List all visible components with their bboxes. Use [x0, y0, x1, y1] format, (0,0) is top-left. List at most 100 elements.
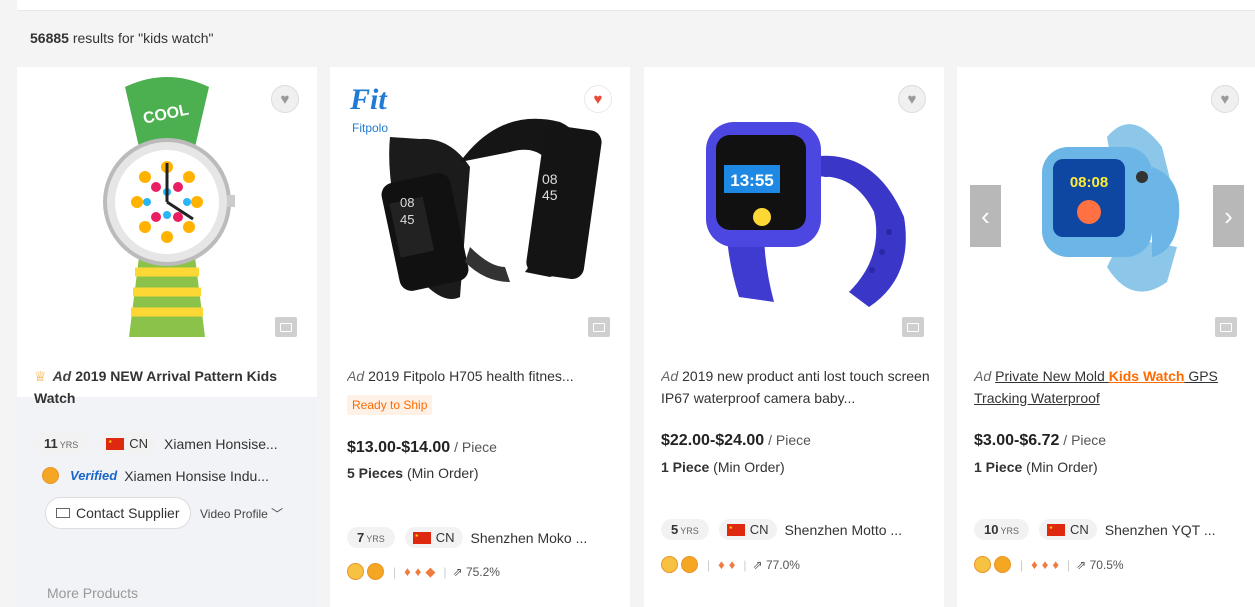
supplier-name[interactable]: Shenzhen Moko ... — [471, 530, 588, 546]
gold-supplier-icon — [42, 467, 59, 484]
verified-supplier-name[interactable]: Xiamen Honsise Indu... — [124, 468, 269, 484]
moq-label: (Min Order) — [1022, 459, 1098, 475]
country-badge: CN — [98, 433, 157, 454]
favorite-heart-icon[interactable]: ♥ — [898, 85, 926, 113]
product-card[interactable]: Fit 08 45 08 45 Fitpolo ♥ Ad 2019 Fitpolo… — [330, 67, 630, 607]
supplier-row[interactable]: 7 YRS CN Shenzhen Moko ... — [347, 527, 587, 548]
video-profile-label: Video Profile — [200, 507, 268, 521]
years-value: 7 — [357, 530, 365, 545]
verified-medal-icon — [681, 556, 698, 573]
video-icon[interactable] — [588, 317, 610, 337]
moq-quantity: 1 Piece — [974, 459, 1023, 475]
video-icon[interactable] — [1215, 317, 1237, 337]
more-products-link[interactable]: More Products — [47, 585, 138, 601]
video-icon[interactable] — [902, 317, 924, 337]
supplier-name[interactable]: Shenzhen YQT ... — [1105, 522, 1216, 538]
product-photo-watch: COOL — [103, 77, 235, 337]
product-image[interactable]: Fit 08 45 08 45 Fitpolo ♥ — [330, 67, 630, 347]
price-unit: / Piece — [764, 432, 811, 448]
diamond-icon: ♦ — [414, 564, 422, 579]
response-icon: ⇗ — [752, 557, 763, 572]
results-count: 56885 — [30, 30, 69, 46]
years-unit: YRS — [366, 534, 385, 544]
svg-text:45: 45 — [400, 212, 414, 227]
years-value: 5 — [671, 522, 679, 537]
min-order: 1 Piece (Min Order) — [974, 459, 1098, 475]
video-profile-dropdown[interactable]: Video Profile ﹀ — [200, 505, 283, 522]
years-unit: YRS — [1000, 526, 1019, 536]
ad-label: Ad — [661, 368, 679, 384]
product-price: $3.00-$6.72 / Piece — [974, 432, 1106, 450]
product-photo-gps-kids-watch: 08:08 — [1042, 124, 1180, 292]
supplier-name[interactable]: Xiamen Honsise... — [164, 436, 278, 452]
ad-label: Ad — [974, 368, 992, 384]
favorite-heart-icon[interactable]: ♥ — [271, 85, 299, 113]
product-title[interactable]: Ad 2019 Fitpolo H705 health fitnes... — [347, 365, 619, 387]
results-summary: 56885 results for "kids watch" — [30, 30, 213, 46]
response-icon: ⇗ — [452, 564, 463, 579]
ad-label: Ad — [52, 368, 72, 384]
product-title[interactable]: Ad Private New Mold Kids Watch GPS Tracki… — [974, 365, 1246, 409]
diamond-icon: ♦ — [1041, 557, 1049, 572]
response-rate: 77.0% — [765, 557, 800, 572]
moq-label: (Min Order) — [403, 465, 479, 481]
years-badge: 10 YRS — [974, 519, 1029, 540]
country-badge: CN — [404, 527, 463, 548]
years-badge: 7 YRS — [347, 527, 395, 548]
brand-logo: Fitpolo — [352, 121, 389, 135]
country-code: CN — [749, 522, 769, 537]
crown-icon: ♕ — [34, 368, 47, 384]
chevron-down-icon: ﹀ — [271, 507, 284, 521]
response-rate: 75.2% — [465, 564, 500, 579]
product-image[interactable]: COOL ♥ — [17, 67, 317, 347]
ready-to-ship-badge: Ready to Ship — [347, 395, 433, 415]
favorite-heart-icon[interactable]: ♥ — [584, 85, 612, 113]
response-icon: ⇗ — [1076, 557, 1087, 572]
supplier-row[interactable]: 10 YRS CN Shenzhen YQT ... — [974, 519, 1216, 540]
supplier-badges: | ♦ ♦ ◆ | ⇗ 75.2% — [347, 563, 500, 580]
country-code: CN — [435, 530, 455, 545]
product-title-link[interactable]: Private New Mold Kids Watch GPS Tracking… — [974, 368, 1218, 406]
carousel-prev-button[interactable]: ‹ — [970, 185, 1001, 247]
verified-row[interactable]: Verified Xiamen Honsise Indu... — [42, 467, 269, 484]
product-price: $22.00-$24.00 / Piece — [661, 432, 811, 450]
product-card[interactable]: 13:55 ♥ Ad 2019 new product anti lost tou… — [644, 67, 944, 607]
product-title-text[interactable]: 2019 Fitpolo H705 health fitnes... — [368, 368, 573, 384]
country-code: CN — [129, 436, 149, 451]
verified-medal-icon — [994, 556, 1011, 573]
top-bar — [17, 0, 1255, 11]
moq-label: (Min Order) — [709, 459, 785, 475]
years-badge: 5 YRS — [661, 519, 709, 540]
product-card[interactable]: 08:08 ‹ › ♥ Ad Private New Mold Kids Watc… — [957, 67, 1255, 607]
diamond-icon: ♦ — [404, 564, 411, 579]
verified-medal-icon — [367, 563, 384, 580]
product-image[interactable]: 13:55 ♥ — [644, 67, 944, 347]
envelope-icon — [56, 508, 70, 518]
supplier-name[interactable]: Shenzhen Motto ... — [785, 522, 903, 538]
title-keyword: Kids Watch — [1108, 368, 1185, 384]
product-title[interactable]: Ad 2019 new product anti lost touch scree… — [661, 365, 933, 409]
diamond-icon: ♦ — [718, 557, 725, 572]
diamond-half-icon: ◆ — [425, 563, 436, 579]
product-card[interactable]: COOL ♥ ♕ Ad 2019 NEW Arrival Pattern Kids … — [17, 67, 317, 607]
gold-supplier-icon — [661, 556, 678, 573]
title-text-before: Private New Mold — [995, 368, 1109, 384]
favorite-heart-icon[interactable]: ♥ — [1211, 85, 1239, 113]
watch-screen-time: 08:08 — [1070, 174, 1108, 191]
product-title[interactable]: ♕ Ad 2019 NEW Arrival Pattern Kids Watch — [34, 365, 306, 409]
supplier-row[interactable]: 11 YRS CN Xiamen Honsise... — [34, 433, 278, 454]
moq-quantity: 1 Piece — [661, 459, 710, 475]
video-icon[interactable] — [275, 317, 297, 337]
years-value: 11 — [44, 436, 58, 451]
price-unit: / Piece — [450, 439, 497, 455]
china-flag-icon — [106, 437, 125, 450]
contact-supplier-button[interactable]: Contact Supplier — [45, 497, 191, 529]
product-title-text[interactable]: 2019 new product anti lost touch screen … — [661, 368, 930, 406]
carousel-next-button[interactable]: › — [1213, 185, 1244, 247]
years-unit: YRS — [59, 440, 79, 450]
supplier-row[interactable]: 5 YRS CN Shenzhen Motto ... — [661, 519, 902, 540]
product-image[interactable]: 08:08 ‹ › ♥ — [957, 67, 1255, 347]
china-flag-icon — [412, 531, 431, 544]
verified-badge: Verified — [70, 468, 118, 483]
min-order: 1 Piece (Min Order) — [661, 459, 785, 475]
